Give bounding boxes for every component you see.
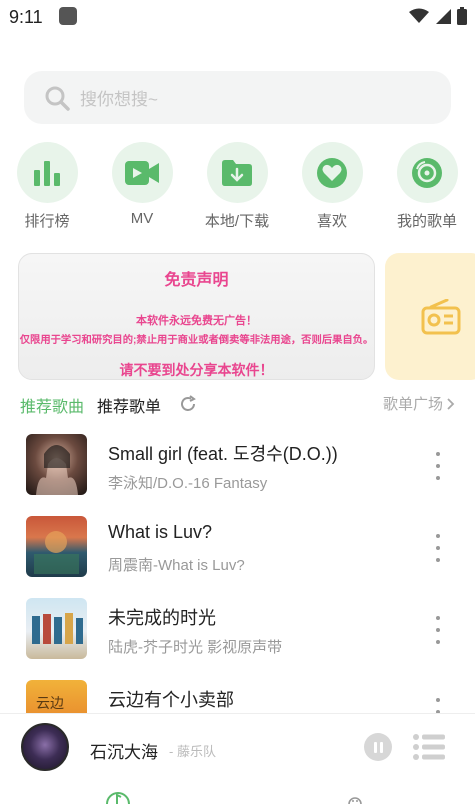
quick-local-download[interactable]: 本地/下载 <box>204 142 270 231</box>
search-bar[interactable]: 搜你想搜~ <box>24 71 451 124</box>
quick-label-mv: MV <box>130 210 154 227</box>
heart-icon <box>317 157 347 188</box>
battery-icon <box>457 7 467 25</box>
banner-footer: 请不要到处分享本软件！ <box>119 362 274 378</box>
album-cover <box>26 598 87 659</box>
refresh-icon[interactable] <box>178 394 198 414</box>
chevron-right-icon <box>447 397 455 410</box>
bar-chart-icon <box>34 160 60 186</box>
playlist-disc-icon <box>412 157 442 188</box>
radio-banner[interactable] <box>385 253 475 380</box>
quick-label-ranking: 排行榜 <box>24 213 70 230</box>
quick-label-playlists: 我的歌单 <box>396 213 457 230</box>
now-playing-artist: - 藤乐队 <box>169 744 216 759</box>
song-title: 云边有个小卖部 <box>108 690 234 710</box>
favorites-circle <box>301 142 363 203</box>
disclaimer-banner[interactable]: 免责声明 本软件永远免费无广告！ 仅限用于学习和研究目的;禁止用于商业或者倒卖等… <box>18 253 375 380</box>
quick-my-playlists[interactable]: 我的歌单 <box>396 142 458 231</box>
download-folder-icon <box>222 159 252 186</box>
quick-ranking[interactable]: 排行榜 <box>16 142 78 231</box>
more-options-icon[interactable] <box>431 452 445 480</box>
song-row[interactable]: What is Luv? 周震南-What is Luv? <box>0 516 475 580</box>
search-icon <box>45 86 70 111</box>
video-camera-icon <box>125 160 159 185</box>
quick-mv[interactable]: MV <box>111 142 173 227</box>
quick-label-download: 本地/下载 <box>204 213 270 230</box>
song-subtitle: 陆虎-芥子时光 影视原声带 <box>108 639 283 656</box>
song-row[interactable]: 未完成的时光 陆虎-芥子时光 影视原声带 <box>0 598 475 662</box>
song-title: Small girl (feat. 도경수(D.O.)) <box>108 444 338 464</box>
music-note-nav-icon[interactable] <box>105 789 131 804</box>
radio-icon <box>421 298 461 334</box>
mini-player[interactable]: 石沉大海 - 藤乐队 <box>0 713 475 777</box>
wifi-icon <box>409 8 429 23</box>
mv-circle <box>111 142 173 203</box>
profile-nav-icon[interactable] <box>348 793 362 804</box>
album-cover <box>26 516 87 577</box>
banner-title: 免责声明 <box>164 272 229 289</box>
playlist-queue-icon[interactable] <box>413 734 445 760</box>
playlist-square-label: 歌单广场 <box>382 396 443 413</box>
quick-label-favorites: 喜欢 <box>316 213 347 230</box>
ranking-circle <box>16 142 78 203</box>
banner-line2: 仅限用于学习和研究目的;禁止用于商业或者倒卖等非法用途，否则后果自负。 <box>19 335 374 346</box>
song-subtitle: 李泳知/D.O.-16 Fantasy <box>108 475 268 492</box>
banner-line1: 本软件永远免费无广告！ <box>136 315 257 327</box>
quick-favorites[interactable]: 喜欢 <box>301 142 363 231</box>
bottom-navigation <box>0 777 475 804</box>
song-row[interactable]: Small girl (feat. 도경수(D.O.)) 李泳知/D.O.-16… <box>0 434 475 498</box>
status-bar: 9:11 <box>0 0 475 34</box>
tab-recommend-songs[interactable]: 推荐歌曲 <box>20 393 84 417</box>
svg-text:云边: 云边 <box>36 696 64 712</box>
more-options-icon[interactable] <box>431 534 445 562</box>
song-title: What is Luv? <box>108 522 213 542</box>
more-options-icon[interactable] <box>431 616 445 644</box>
tab-recommend-playlists[interactable]: 推荐歌单 <box>97 393 161 417</box>
status-time: 9:11 <box>9 7 43 27</box>
search-placeholder: 搜你想搜~ <box>80 90 158 109</box>
now-playing-cover <box>21 723 69 771</box>
album-cover <box>26 434 87 495</box>
now-playing-title: 石沉大海 <box>90 743 158 762</box>
recommend-section-header: 推荐歌曲 推荐歌单 歌单广场 <box>0 391 475 417</box>
cellular-signal-icon <box>436 9 451 24</box>
status-icons <box>409 7 467 25</box>
download-circle <box>206 142 268 203</box>
song-subtitle: 周震南-What is Luv? <box>108 557 245 574</box>
song-title: 未完成的时光 <box>108 608 216 628</box>
notification-app-icon <box>59 7 77 25</box>
playlists-circle <box>396 142 458 203</box>
pause-button[interactable] <box>364 733 392 761</box>
playlist-square-link[interactable]: 歌单广场 <box>383 393 455 414</box>
